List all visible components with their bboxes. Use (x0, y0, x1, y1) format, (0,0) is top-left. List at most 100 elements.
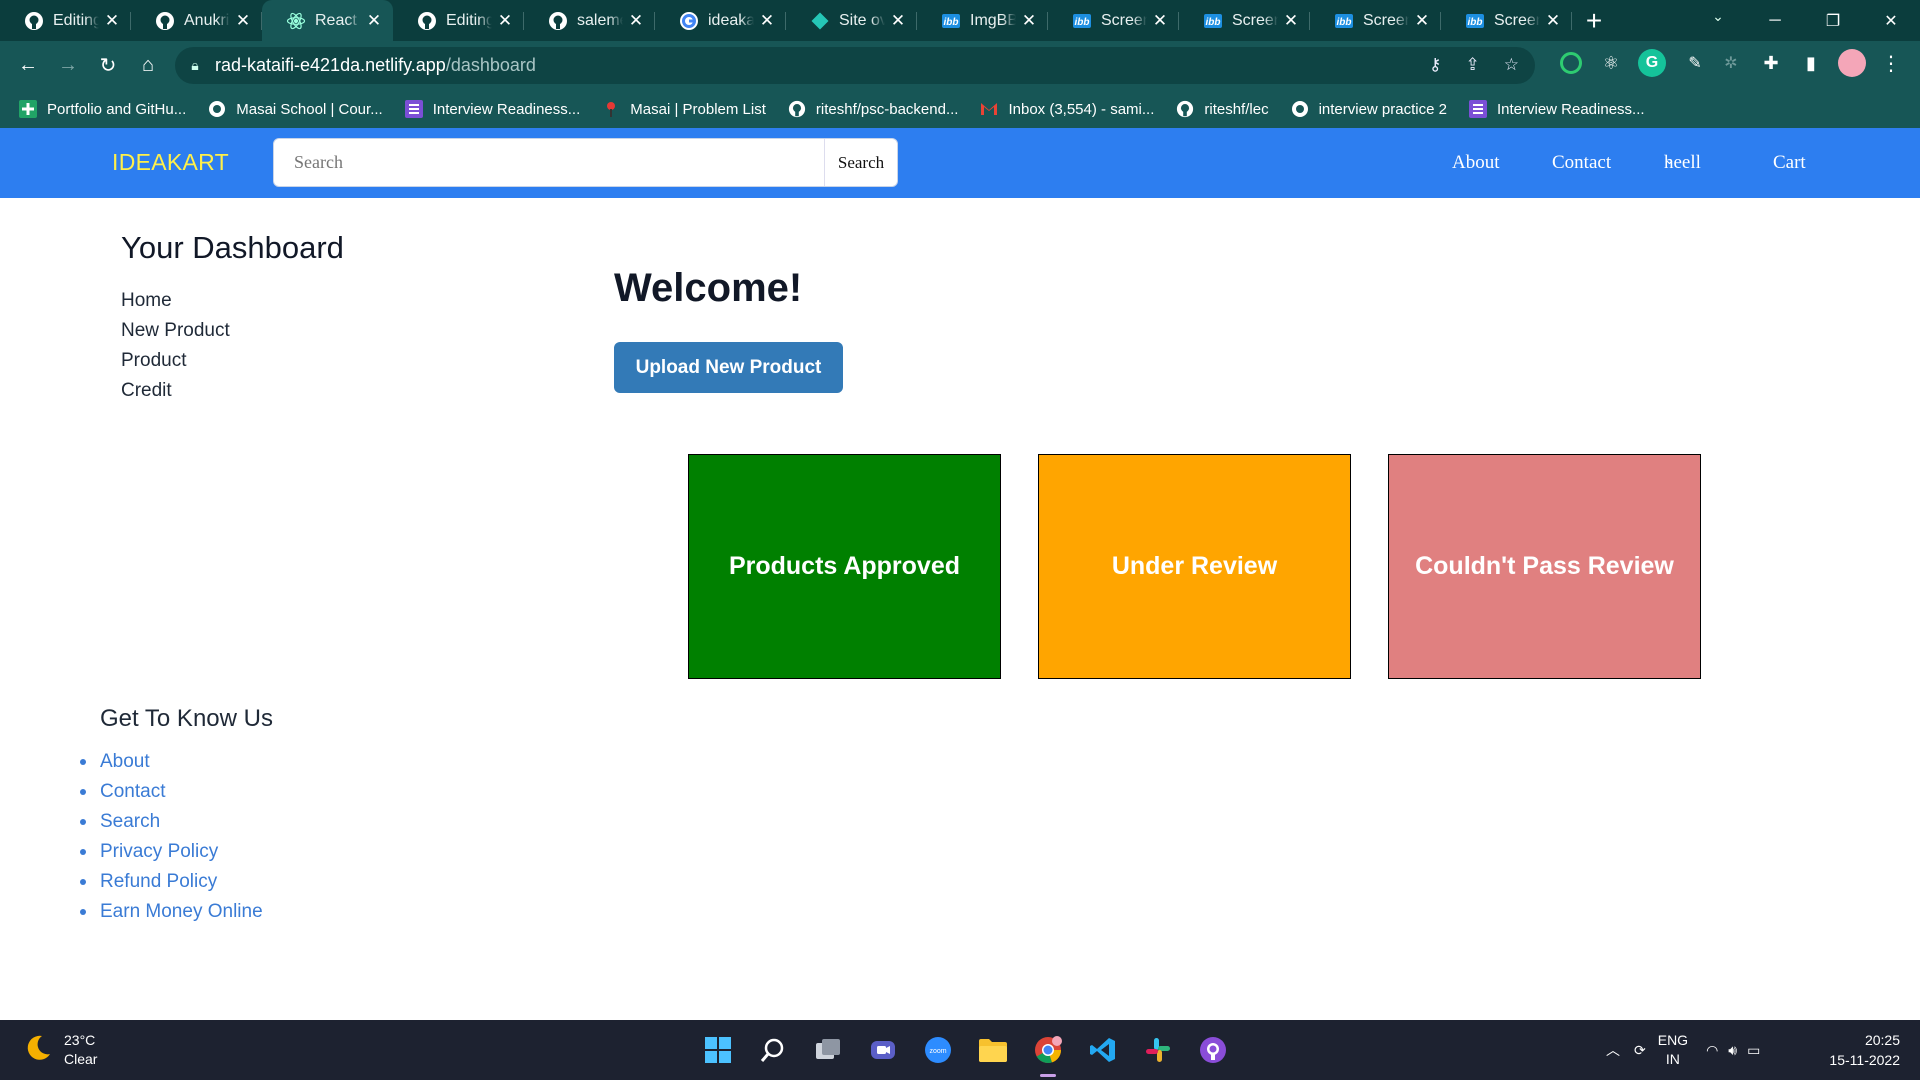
bookmark-item[interactable]: Portfolio and GitHu... (18, 99, 186, 119)
github-icon (548, 11, 568, 31)
windows-start-icon[interactable] (690, 1020, 745, 1080)
menu-item-product[interactable]: Product (121, 346, 230, 376)
chevron-down-icon[interactable]: ⌄ (1703, 8, 1733, 32)
browser-tab[interactable]: Editing ✕ (393, 0, 524, 41)
search-icon[interactable] (745, 1020, 800, 1080)
video-chat-icon[interactable] (855, 1020, 910, 1080)
back-arrow-icon[interactable]: ← (8, 46, 48, 86)
bookmark-item[interactable]: interview practice 2 (1290, 99, 1447, 119)
share-icon[interactable]: ⇪ (1466, 55, 1480, 75)
reload-icon[interactable]: ↻ (88, 46, 128, 86)
card-under-review[interactable]: Under Review (1038, 454, 1351, 679)
card-products-approved[interactable]: Products Approved (688, 454, 1001, 679)
chrome-icon[interactable] (1020, 1020, 1075, 1080)
nav-link-contact[interactable]: Contact (1552, 152, 1611, 174)
folder-icon[interactable] (965, 1020, 1020, 1080)
avatar[interactable] (1838, 49, 1866, 77)
volume-icon[interactable]: 🔊︎ (1728, 1042, 1737, 1059)
browser-tab[interactable]: ibb Screens ✕ (1310, 0, 1441, 41)
nav-link-about[interactable]: About (1452, 152, 1500, 174)
footer-link-search[interactable]: Search (80, 807, 263, 837)
battery-icon[interactable]: ▭ (1747, 1042, 1760, 1059)
netlify-icon (810, 11, 830, 31)
close-icon[interactable]: ✕ (758, 11, 776, 30)
browser-tab[interactable]: Editing ✕ (0, 0, 131, 41)
close-icon[interactable]: ✕ (103, 11, 121, 30)
forward-arrow-icon[interactable]: → (48, 46, 88, 86)
nav-link-cart[interactable]: Cart (1773, 152, 1806, 174)
menu-item-new-product[interactable]: New Product (121, 316, 230, 346)
footer-link-privacy[interactable]: Privacy Policy (80, 837, 263, 867)
sync-icon[interactable]: ⟳ (1634, 1042, 1646, 1059)
vscode-icon[interactable] (1075, 1020, 1130, 1080)
browser-tab[interactable]: salemeb ✕ (524, 0, 655, 41)
browser-tab-strip: Editing ✕ Anukriti ✕ React App ✕ Editing… (0, 0, 1920, 41)
browser-tab[interactable]: ideakart ✕ (655, 0, 786, 41)
taskbar-clock[interactable]: 20:25 15-11-2022 (1829, 1030, 1900, 1070)
wifi-icon[interactable]: ◠ (1706, 1042, 1718, 1059)
home-icon[interactable]: ⌂ (128, 46, 168, 86)
footer-link-refund[interactable]: Refund Policy (80, 867, 263, 897)
bookmark-item[interactable]: Inbox (3,554) - sami... (979, 99, 1154, 119)
address-bar[interactable]: 🔒︎ rad-kataifi-e421da.netlify.app/dashbo… (175, 47, 1535, 84)
close-icon[interactable]: ✕ (1544, 11, 1562, 30)
weather-condition: Clear (64, 1051, 98, 1067)
close-icon[interactable]: ✕ (1151, 11, 1169, 30)
task-view-icon[interactable] (800, 1020, 855, 1080)
extension-icon[interactable] (1560, 52, 1582, 74)
browser-tab[interactable]: ibb Screens ✕ (1441, 0, 1572, 41)
footer-link-about[interactable]: About (80, 747, 263, 777)
weather-widget[interactable]: 23°C Clear (22, 1031, 97, 1069)
menu-dots-icon[interactable]: ⋮ (1878, 50, 1904, 76)
puzzle-icon[interactable]: ✚ (1758, 50, 1784, 76)
bookmark-item[interactable]: Interview Readiness... (1468, 99, 1645, 119)
slack-icon[interactable] (1130, 1020, 1185, 1080)
masai-icon (601, 99, 621, 119)
upload-product-button[interactable]: Upload New Product (614, 342, 843, 393)
imgbb-icon: ibb (941, 11, 961, 31)
list-icon (1468, 99, 1488, 119)
new-tab-button[interactable]: + (1572, 0, 1616, 41)
tab-title: React App (315, 11, 361, 29)
color-picker-icon[interactable]: ✎ (1682, 50, 1708, 76)
github-icon (155, 11, 175, 31)
close-icon[interactable]: ✕ (496, 11, 514, 30)
menu-item-home[interactable]: Home (121, 286, 230, 316)
bookmark-item[interactable]: Interview Readiness... (404, 99, 580, 119)
bookmark-item[interactable]: Masai | Problem List (601, 99, 766, 119)
close-icon[interactable]: ✕ (1413, 11, 1431, 30)
browser-tab[interactable]: ibb Screens ✕ (1048, 0, 1179, 41)
bug-icon[interactable]: ✲ (1718, 50, 1744, 76)
footer-link-contact[interactable]: Contact (80, 777, 263, 807)
grammarly-icon[interactable]: G (1638, 49, 1666, 77)
minimize-button[interactable]: ─ (1746, 0, 1804, 41)
react-devtools-icon[interactable]: ⚛ (1598, 50, 1624, 76)
key-icon[interactable]: ⚷ (1429, 55, 1441, 75)
nav-links: About Contact heell ⌄ Cart (0, 152, 1920, 182)
browser-tab-active[interactable]: React App ✕ (262, 0, 393, 41)
chevron-up-icon[interactable]: ︿ (1606, 1040, 1620, 1060)
bookmark-item[interactable]: riteshf/lec (1175, 99, 1269, 119)
browser-tab[interactable]: ibb Screens ✕ (1179, 0, 1310, 41)
restore-button[interactable]: ❐ (1804, 0, 1862, 41)
close-icon[interactable]: ✕ (1282, 11, 1300, 30)
card-failed-review[interactable]: Couldn't Pass Review (1388, 454, 1701, 679)
browser-tab[interactable]: Anukriti ✕ (131, 0, 262, 41)
github-desktop-icon[interactable] (1185, 1020, 1240, 1080)
footer-link-earn-money[interactable]: Earn Money Online (80, 897, 263, 927)
bookmark-item[interactable]: riteshf/psc-backend... (787, 99, 958, 119)
close-icon[interactable]: ✕ (1020, 11, 1038, 30)
close-icon[interactable]: ✕ (889, 11, 907, 30)
menu-item-credit[interactable]: Credit (121, 376, 230, 406)
close-icon[interactable]: ✕ (365, 11, 383, 30)
star-icon[interactable]: ☆ (1504, 55, 1519, 75)
zoom-icon[interactable]: zoom (910, 1020, 965, 1080)
browser-tab[interactable]: ibb ImgBB ✕ (917, 0, 1048, 41)
language-indicator[interactable]: ENG IN (1658, 1031, 1688, 1069)
sidepanel-icon[interactable]: ▮ (1798, 50, 1824, 76)
close-window-button[interactable]: ✕ (1862, 0, 1920, 41)
bookmark-item[interactable]: Masai School | Cour... (207, 99, 383, 119)
close-icon[interactable]: ✕ (234, 11, 252, 30)
browser-tab[interactable]: Site ove ✕ (786, 0, 917, 41)
close-icon[interactable]: ✕ (627, 11, 645, 30)
